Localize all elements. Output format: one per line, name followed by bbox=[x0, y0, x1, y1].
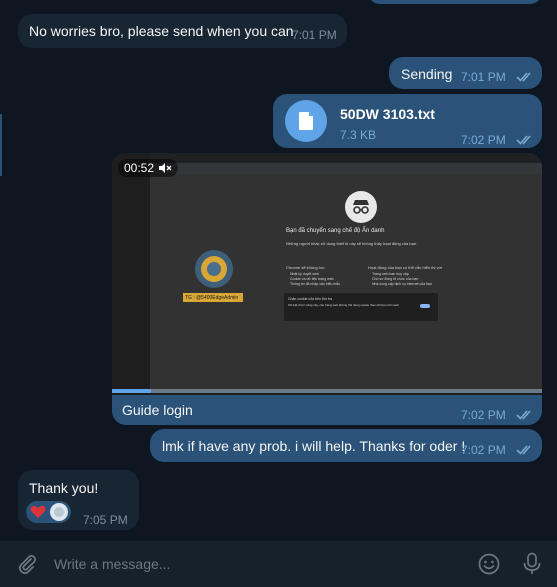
incognito-paragraph: Những người khác sử dụng thiết bị này sẽ… bbox=[286, 241, 418, 246]
cookie-toggle bbox=[420, 304, 430, 308]
document-icon bbox=[299, 112, 313, 130]
col1-item: Thông tin đã nhập vào biểu mẫu bbox=[290, 282, 341, 286]
col2-title: Hoạt động của bạn có thể vẫn hiển thị vớ… bbox=[368, 265, 443, 270]
message-time: 7:01 PM bbox=[461, 70, 506, 84]
message-time: 7:02 PM bbox=[461, 133, 506, 147]
message-time: 7:01 PM bbox=[292, 28, 337, 42]
message-text: Sending bbox=[401, 66, 453, 82]
reactor-avatar bbox=[50, 503, 68, 521]
col1-title: Chrome sẽ không lưu bbox=[286, 265, 325, 270]
file-download-button[interactable] bbox=[285, 100, 327, 142]
cookie-box: Chặn cookie của bên thứ ba Khi bật chức … bbox=[284, 293, 438, 321]
col2-item: Chủ sơ đồng tổ chức của bạn bbox=[372, 277, 419, 281]
message-input[interactable]: Write a message... bbox=[54, 556, 170, 572]
cookie-text: Khi bật chức năng này, các trang web khô… bbox=[288, 303, 400, 307]
message-bubble-partial bbox=[368, 0, 542, 4]
video-caption: Guide login bbox=[122, 402, 193, 418]
message-time: 7:05 PM bbox=[83, 513, 128, 527]
video-player[interactable]: Bạn đã chuyển sang chế độ Ẩn danh Những … bbox=[112, 153, 542, 395]
incognito-title: Bạn đã chuyển sang chế độ Ẩn danh bbox=[286, 228, 385, 234]
message-bubble-outgoing[interactable]: Sending 7:01 PM bbox=[389, 57, 542, 89]
double-check-icon bbox=[516, 135, 531, 145]
video-duration: 00:52 bbox=[124, 161, 155, 175]
message-bubble-outgoing[interactable]: lmk if have any prob. i will help. Thank… bbox=[150, 429, 542, 462]
video-frame: Bạn đã chuyển sang chế độ Ẩn danh Những … bbox=[150, 153, 542, 389]
emoji-icon[interactable] bbox=[478, 553, 500, 575]
muted-speaker-icon[interactable] bbox=[158, 162, 172, 174]
message-time: 7:02 PM bbox=[461, 408, 506, 422]
file-name[interactable]: 50DW 3103.txt bbox=[340, 106, 435, 122]
paperclip-icon[interactable] bbox=[16, 553, 38, 575]
message-bubble-incoming[interactable]: Thank you! 7:05 PM bbox=[18, 470, 139, 530]
message-composer: Write a message... bbox=[0, 541, 557, 587]
message-text: No worries bro, please send when you can bbox=[29, 23, 294, 39]
reaction-chip[interactable] bbox=[26, 501, 71, 523]
col1-item: Nhật ký duyệt web bbox=[290, 272, 319, 276]
red-heart-icon bbox=[30, 505, 46, 518]
watermark-text: TG : @5400EdgeAdmin bbox=[185, 295, 239, 301]
double-check-icon bbox=[516, 72, 531, 82]
video-progress-fill bbox=[112, 389, 151, 393]
file-message-bubble[interactable]: 50DW 3103.txt 7.3 KB 7:02 PM bbox=[273, 94, 542, 148]
double-check-icon bbox=[516, 445, 531, 455]
col2-item: Nhà cung cấp dịch vụ Internet của bạn bbox=[372, 282, 432, 286]
watermark-label: TG : @5400EdgeAdmin bbox=[183, 293, 243, 302]
col2-item: Trang web bạn truy cập bbox=[372, 272, 409, 276]
chat-edge-indicator bbox=[0, 114, 2, 176]
video-message-bubble[interactable]: Bạn đã chuyển sang chế độ Ẩn danh Những … bbox=[112, 153, 542, 425]
browser-toolbar bbox=[150, 163, 542, 174]
browser-tabbar bbox=[150, 153, 542, 163]
double-check-icon bbox=[516, 410, 531, 420]
cookie-title: Chặn cookie của bên thứ ba bbox=[288, 297, 332, 301]
message-bubble-incoming[interactable]: No worries bro, please send when you can… bbox=[18, 14, 347, 48]
message-text: Thank you! bbox=[29, 480, 99, 496]
message-text: lmk if have any prob. i will help. Thank… bbox=[162, 438, 466, 454]
microphone-icon[interactable] bbox=[522, 552, 542, 576]
incognito-icon bbox=[345, 191, 377, 223]
video-duration-badge[interactable]: 00:52 bbox=[118, 159, 179, 177]
message-time: 7:02 PM bbox=[461, 443, 506, 457]
col1-item: Cookie và dữ liệu trang web bbox=[290, 277, 334, 281]
file-size: 7.3 KB bbox=[340, 128, 377, 142]
seal-logo bbox=[195, 250, 233, 288]
video-progress-bar[interactable] bbox=[112, 389, 542, 393]
